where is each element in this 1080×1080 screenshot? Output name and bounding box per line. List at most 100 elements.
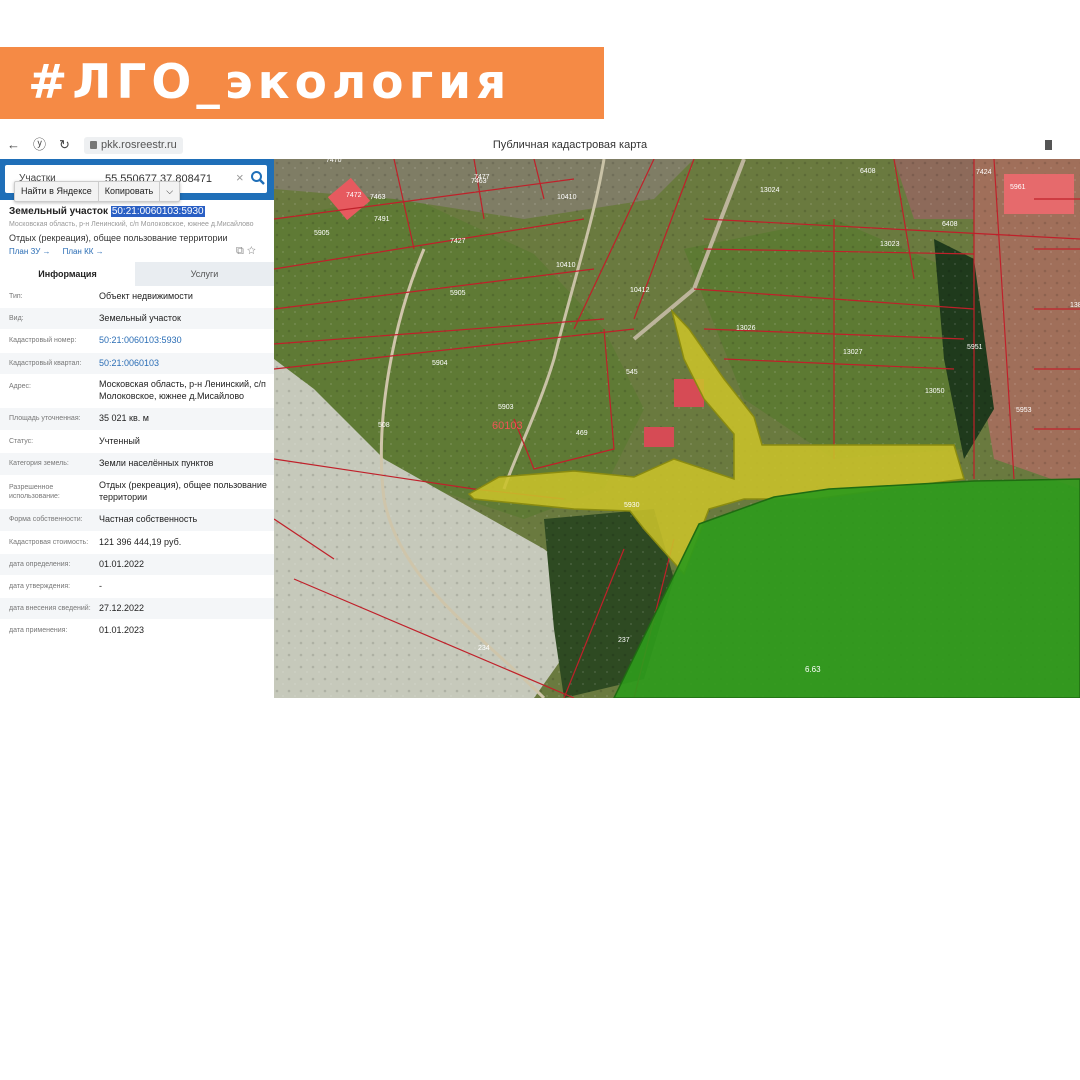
info-row: Статус: Учтенный: [0, 431, 274, 453]
browser-toolbar: ← ⓨ ↻ pkk.rosreestr.ru Публичная кадастр…: [0, 132, 1080, 159]
info-row-value: -: [99, 581, 102, 591]
info-row-value: Земли населённых пунктов: [99, 458, 214, 468]
parcel-label: 6408: [942, 221, 958, 228]
parcel-label: 237: [618, 637, 630, 644]
info-row-value: Московская область, р-н Ленинский, с/п М…: [99, 379, 266, 401]
info-row-label: Вид:: [9, 315, 24, 322]
quarter-label: 60103: [492, 420, 523, 432]
info-row-label: дата утверждения:: [9, 583, 71, 590]
info-row-value: Земельный участок: [99, 313, 181, 323]
parcel-label: 5903: [498, 404, 514, 411]
info-row-value[interactable]: 50:21:0060103: [99, 357, 269, 369]
search-icon[interactable]: [250, 170, 266, 186]
green-parcel-label: 6.63: [805, 665, 821, 674]
info-row-value: Частная собственность: [99, 514, 198, 524]
info-row-value: Отдых (рекреация), общее пользование тер…: [99, 480, 267, 502]
parcel-label: 7463: [471, 178, 487, 185]
banner-text: #ЛГО_экология: [28, 55, 512, 110]
info-row-label: Площадь уточненная:: [9, 415, 81, 422]
parcel-label: 7472: [346, 192, 362, 199]
parcel-label: 10412: [630, 287, 650, 294]
parcel-label: 10410: [556, 262, 576, 269]
tab-services[interactable]: Услуги: [135, 262, 274, 286]
info-row: Кадастровая стоимость: 121 396 444,19 руб…: [0, 532, 274, 554]
parcel-label: 469: [576, 430, 588, 437]
info-row: Тип: Объект недвижимости: [0, 286, 274, 308]
clear-icon[interactable]: ×: [236, 170, 244, 185]
info-row: Адрес: Московская область, р-н Ленинский,…: [0, 375, 274, 408]
parcel-label: 10410: [557, 194, 577, 201]
panel-tools: ⧉ ☆: [236, 245, 256, 258]
parcel-label: 7424: [976, 169, 992, 176]
star-icon[interactable]: ☆: [247, 245, 256, 257]
chevron-down-icon[interactable]: ⌵: [160, 182, 179, 201]
parcel-label: 13026: [736, 325, 756, 332]
parcel-label: 7463: [370, 194, 386, 201]
info-row: Кадастровый квартал: 50:21:0060103: [0, 353, 274, 375]
info-row-label: дата применения:: [9, 627, 68, 634]
info-panel: Участки 55.550677 37.808471 × Найти в Ян…: [0, 159, 284, 698]
info-row-label: Кадастровый квартал:: [9, 360, 82, 367]
bookmark-icon[interactable]: [1045, 140, 1052, 150]
tab-info[interactable]: Информация: [0, 262, 135, 288]
info-row: Форма собственности: Частная собственност…: [0, 509, 274, 532]
parcel-label: 13023: [880, 241, 900, 248]
info-row: дата внесения сведений: 27.12.2022: [0, 598, 274, 620]
parcel-heading: Земельный участок 50:21:0060103:5930: [9, 206, 205, 217]
info-row: дата определения: 01.01.2022: [0, 554, 274, 576]
info-row-label: Кадастровая стоимость:: [9, 539, 89, 546]
cadastral-map[interactable]: 7470 7472 7463 7477 7491 7463 7427 5905 5905 5904…: [274, 159, 1080, 698]
info-row-label: Форма собственности:: [9, 516, 83, 523]
info-row-label: Кадастровый номер:: [9, 337, 77, 344]
plan-links: План ЗУ → План КК →: [9, 247, 116, 256]
parcel-label: 6408: [860, 168, 876, 175]
info-row-label: дата определения:: [9, 561, 71, 568]
context-menu: Найти в Яндексе Копировать ⌵: [14, 181, 181, 202]
info-row: дата утверждения: -: [0, 576, 274, 598]
info-row: Категория земель: Земли населённых пункто…: [0, 453, 274, 476]
info-row-label: Разрешенное использование:: [9, 484, 60, 500]
parcel-label: 13050: [925, 388, 945, 395]
plan-zu-link[interactable]: План ЗУ →: [9, 247, 51, 256]
parcel-label: 7427: [450, 238, 466, 245]
info-row: Площадь уточненная: 35 021 кв. м: [0, 408, 274, 431]
parcel-label: 5953: [1016, 407, 1032, 414]
map-canvas[interactable]: 74707472 74637477749174637427590559055904…: [274, 159, 1080, 698]
panel-tabs: Информация Услуги: [0, 262, 274, 288]
parcel-label: 508: [378, 422, 390, 429]
info-row-value: Объект недвижимости: [99, 291, 193, 301]
parcel-label: 7491: [374, 216, 390, 223]
info-row-value: 01.01.2023: [99, 625, 145, 635]
info-row-value[interactable]: 50:21:0060103:5930: [99, 334, 269, 346]
parcel-label: 1381: [1070, 302, 1080, 309]
info-table: Тип: Объект недвижимости Вид: Земельный уча…: [0, 286, 274, 642]
parcel-use: Отдых (рекреация), общее пользование тер…: [9, 233, 228, 243]
info-row: Разрешенное использование: Отдых (рекреац…: [0, 476, 274, 509]
parcel-label: 13027: [843, 349, 863, 356]
parcel-label: 5905: [314, 230, 330, 237]
info-row-label: Статус:: [9, 438, 34, 445]
selected-parcel-label: 5930: [624, 502, 640, 509]
zoom-to-icon[interactable]: ⧉: [236, 245, 244, 257]
info-row-value: Учтенный: [99, 436, 140, 446]
info-row-label: дата внесения сведений:: [9, 605, 91, 612]
info-row: дата применения: 01.01.2023: [0, 620, 274, 642]
parcel-label: 234: [478, 645, 490, 652]
copy-item[interactable]: Копировать: [99, 182, 161, 201]
info-row-value: 27.12.2022: [99, 603, 145, 613]
info-row-value: 35 021 кв. м: [99, 413, 149, 423]
find-in-yandex-item[interactable]: Найти в Яндексе: [15, 182, 99, 201]
hashtag-banner: #ЛГО_экология: [0, 47, 604, 119]
info-row-value: 01.01.2022: [99, 559, 145, 569]
parcel-label: 5904: [432, 360, 448, 367]
info-row: Вид: Земельный участок: [0, 308, 274, 330]
plan-kk-link[interactable]: План КК →: [63, 247, 104, 256]
parcel-label: 5905: [450, 290, 466, 297]
parcel-address-short: Московская область, р-н Ленинский, с/п М…: [9, 221, 254, 228]
parcel-label: 7470: [326, 159, 342, 164]
parcel-label: 5951: [967, 344, 983, 351]
info-row-label: Категория земель:: [9, 460, 69, 467]
parcel-label: 5961: [1010, 184, 1026, 191]
parcel-label: 545: [626, 369, 638, 376]
parcel-number-highlight[interactable]: 50:21:0060103:5930: [110, 206, 205, 217]
